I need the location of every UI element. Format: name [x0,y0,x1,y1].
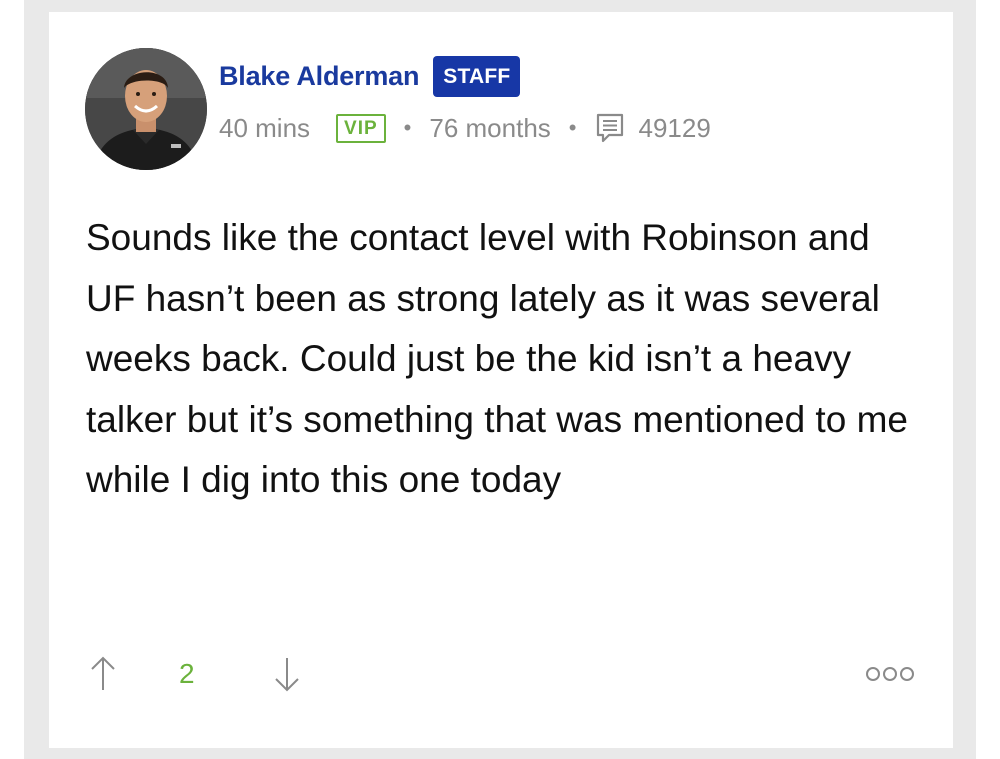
staff-badge: STAFF [433,55,521,97]
post-card: Blake Alderman STAFF 40 mins VIP • 76 mo… [49,12,953,748]
post-count: 49129 [638,112,711,143]
post-body: Sounds like the contact level with Robin… [86,217,908,500]
vip-badge: VIP [336,113,386,143]
post-actions: 2 [89,654,915,694]
meta-separator: • [403,115,412,140]
member-tenure: 76 months [429,112,551,143]
arrow-down-icon[interactable] [273,654,301,694]
post-time: 40 mins [219,112,311,143]
arrow-up-icon[interactable] [89,654,117,694]
post-meta: 40 mins VIP • 76 months • 49129 [219,108,711,148]
author-name[interactable]: Blake Alderman [219,61,419,92]
meta-separator: • [568,115,577,140]
more-options-icon[interactable] [865,664,915,684]
avatar[interactable] [85,48,207,170]
vote-count: 2 [179,658,195,689]
message-icon [594,112,626,144]
author-row: Blake Alderman STAFF [219,54,521,98]
